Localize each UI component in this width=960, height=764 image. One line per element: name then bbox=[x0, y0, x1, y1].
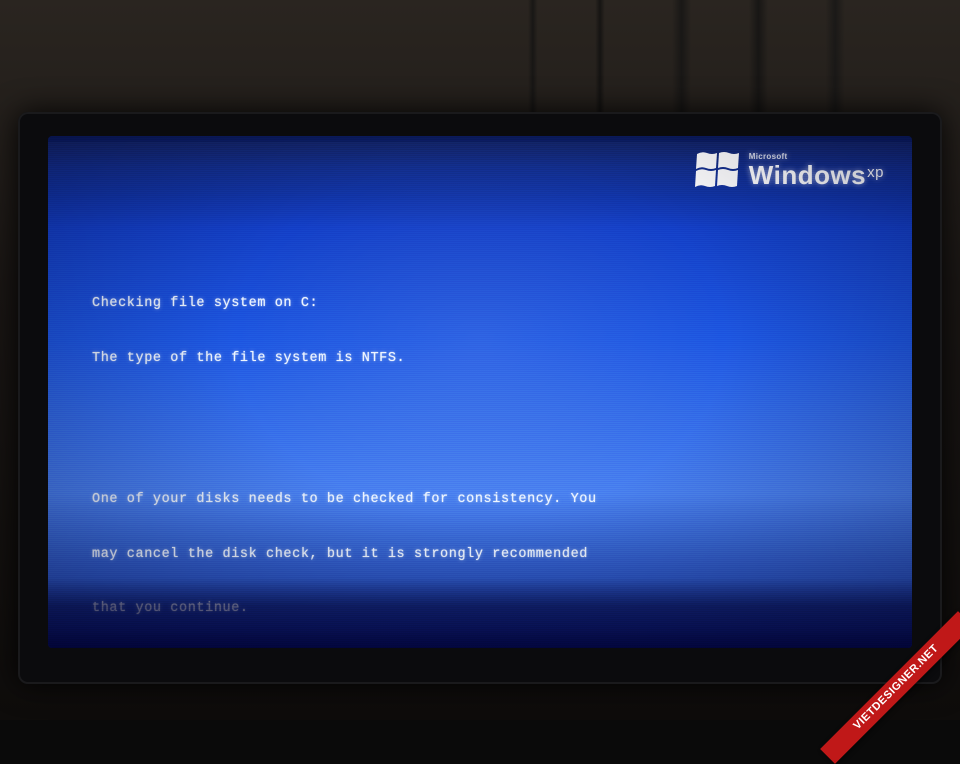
display-panel: Microsoft Windowsxp Checking file system… bbox=[48, 136, 912, 648]
boot-screen: Microsoft Windowsxp Checking file system… bbox=[48, 136, 912, 648]
brand-product: Windows bbox=[749, 160, 866, 190]
chkdsk-line: may cancel the disk check, but it is str… bbox=[92, 546, 868, 564]
bottom-band bbox=[48, 578, 912, 648]
windows-xp-logo: Microsoft Windowsxp bbox=[695, 150, 884, 190]
brand-edition: xp bbox=[867, 164, 884, 181]
background-cables bbox=[0, 0, 960, 120]
chkdsk-line: One of your disks needs to be checked fo… bbox=[92, 491, 868, 509]
chkdsk-line: Checking file system on C: bbox=[92, 295, 868, 313]
windows-xp-wordmark: Microsoft Windowsxp bbox=[749, 153, 884, 188]
chkdsk-line: The type of the file system is NTFS. bbox=[92, 350, 868, 368]
brand-company: Microsoft bbox=[749, 153, 884, 161]
monitor-bezel: Microsoft Windowsxp Checking file system… bbox=[18, 112, 942, 684]
windows-flag-icon bbox=[695, 150, 739, 190]
room-background: Microsoft Windowsxp Checking file system… bbox=[0, 0, 960, 720]
chkdsk-header-block: Checking file system on C: The type of t… bbox=[92, 258, 868, 404]
